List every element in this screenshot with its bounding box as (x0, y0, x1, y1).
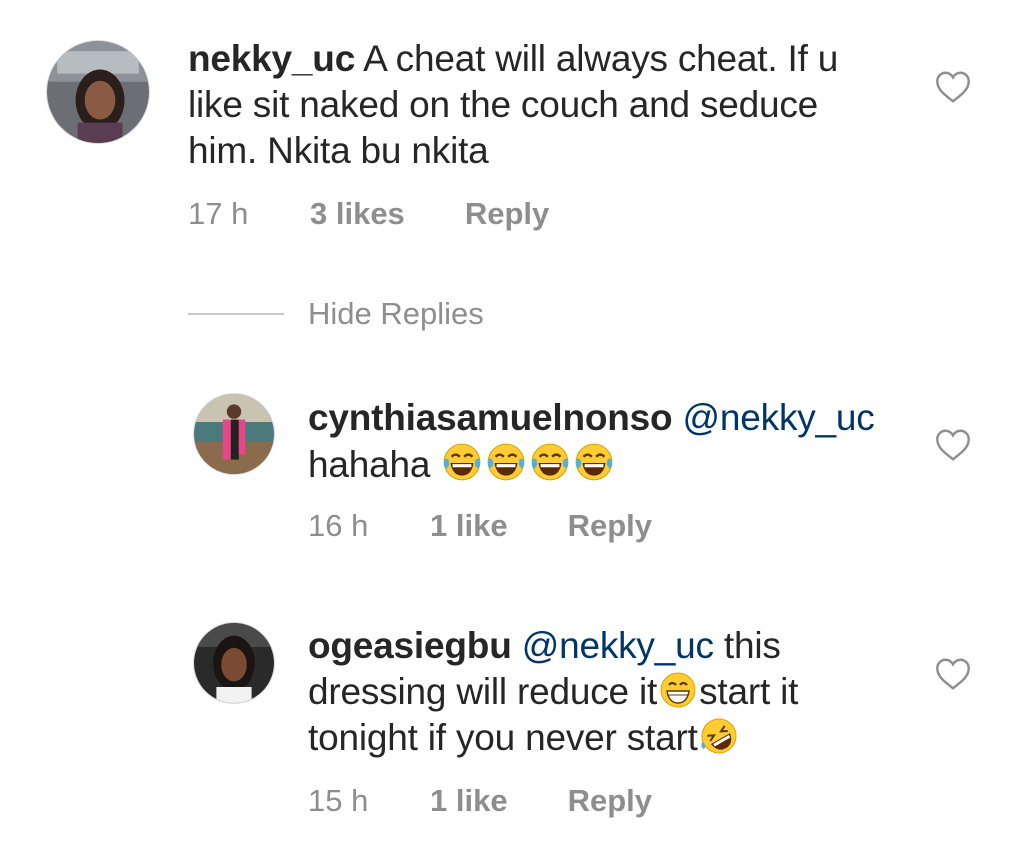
woman-pink-outfit-avatar-icon (194, 394, 274, 474)
comment-meta: 17 h 3 likes Reply (188, 196, 549, 232)
comment-line-3: him. Nkita bu nkita (188, 130, 489, 171)
username[interactable]: ogeasiegbu (308, 625, 512, 666)
comment-text-part: start it (699, 671, 799, 712)
likes-count[interactable]: 3 likes (310, 196, 405, 232)
mention-link[interactable]: @nekky_uc (683, 397, 875, 438)
grinning-face-icon (660, 672, 696, 708)
comment-text: cynthiasamuelnonso @nekky_uc hahaha (308, 395, 875, 488)
divider (188, 313, 284, 315)
timestamp: 15 h (308, 783, 369, 818)
rolling-on-floor-laughing-icon (701, 718, 737, 754)
avatar[interactable] (46, 40, 150, 144)
heart-icon[interactable] (935, 657, 971, 691)
heart-icon[interactable] (935, 428, 971, 462)
comment-text: nekky_uc A cheat will always cheat. If u… (188, 36, 838, 174)
avatar[interactable] (193, 622, 275, 704)
tears-of-joy-icon (532, 443, 569, 481)
reply-button[interactable]: Reply (568, 508, 652, 544)
reply-button[interactable]: Reply (465, 196, 549, 232)
woman-selfie-car-avatar-icon (47, 41, 149, 143)
reply-button[interactable]: Reply (568, 783, 652, 819)
comment-text-part: dressing will reduce it (308, 671, 658, 712)
comment-meta: 16 h 1 like Reply (308, 508, 652, 544)
avatar[interactable] (193, 393, 275, 475)
username[interactable]: cynthiasamuelnonso (308, 397, 673, 438)
username[interactable]: nekky_uc (188, 38, 355, 79)
comment-meta: 15 h 1 like Reply (308, 783, 652, 819)
comment-text-part: tonight if you never start (308, 717, 698, 758)
hide-replies-toggle[interactable]: Hide Replies (188, 296, 484, 332)
comment-text-part: this (723, 625, 781, 666)
heart-icon[interactable] (935, 70, 971, 104)
comment-line-2: like sit naked on the couch and seduce (188, 84, 819, 125)
woman-selfie-avatar-icon (194, 623, 274, 703)
comment-line-1: A cheat will always cheat. If u (363, 38, 839, 79)
comment-text: ogeasiegbu @nekky_uc this dressing will … (308, 623, 798, 761)
tears-of-joy-icon (576, 443, 613, 481)
mention-link[interactable]: @nekky_uc (522, 625, 714, 666)
timestamp: 17 h (188, 196, 249, 231)
likes-count[interactable]: 1 like (430, 508, 508, 544)
tears-of-joy-icon (444, 443, 481, 481)
comment-line: hahaha (308, 444, 431, 485)
tears-of-joy-icon (488, 443, 525, 481)
hide-replies-label: Hide Replies (308, 296, 484, 331)
likes-count[interactable]: 1 like (430, 783, 508, 819)
timestamp: 16 h (308, 508, 369, 543)
